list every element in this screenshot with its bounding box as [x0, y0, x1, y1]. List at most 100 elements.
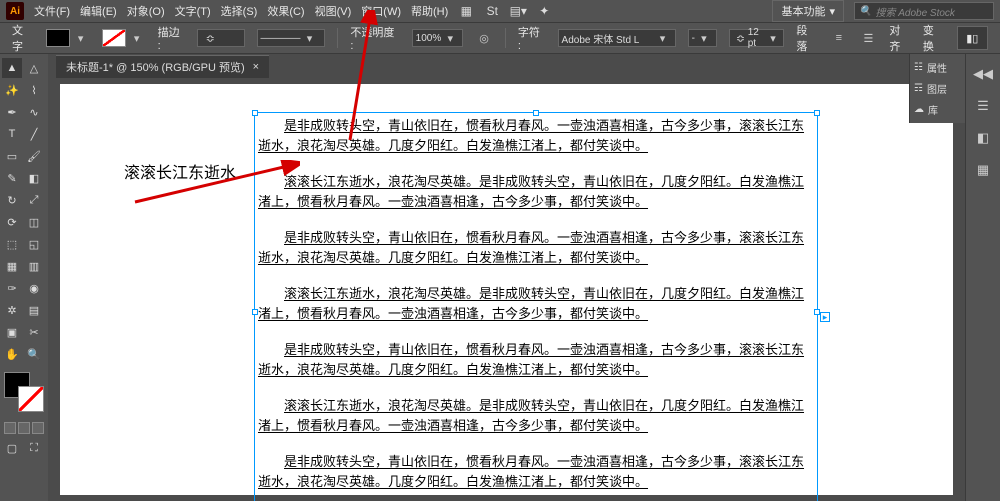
paintbrush-tool[interactable]: 🖌 [24, 146, 44, 166]
slice-tool[interactable]: ✂ [24, 322, 44, 342]
menu-object[interactable]: 对象(O) [127, 3, 165, 19]
stock-icon[interactable]: St [484, 3, 500, 19]
paragraph: 滚滚长江东逝水，浪花淘尽英雄。是非成败转头空，青山依旧在，几度夕阳红。白发渔樵江… [258, 396, 814, 436]
draw-normal-btn[interactable]: ▢ [2, 438, 22, 458]
gpu-icon[interactable]: ✦ [536, 3, 552, 19]
zoom-tool[interactable]: 🔍 [24, 344, 44, 364]
menu-help[interactable]: 帮助(H) [411, 3, 448, 19]
layers-icon: ☶ [914, 83, 923, 94]
list-icon[interactable]: ☰ [860, 29, 878, 47]
panel-libraries[interactable]: ☁库 [914, 102, 961, 117]
properties-icon: ☷ [914, 62, 923, 73]
screen-mode-btn[interactable]: ⛶ [24, 438, 44, 458]
text-outport[interactable]: ▸ [820, 312, 830, 322]
rectangle-tool[interactable]: ▭ [2, 146, 22, 166]
type-tool[interactable]: T [2, 124, 22, 144]
artboard-tool[interactable]: ▣ [2, 322, 22, 342]
paragraph: 是非成败转头空，青山依旧在，惯看秋月春风。一壶浊酒喜相逢，古今多少事，滚滚长江东… [258, 116, 814, 156]
paragraph: 是非成败转头空，青山依旧在，惯看秋月春风。一壶浊酒喜相逢，古今多少事，滚滚长江东… [258, 452, 814, 492]
panel-icon-color[interactable]: ◧ [973, 128, 993, 148]
chevron-down-icon: ▾ [695, 29, 713, 47]
stroke-color-swatch[interactable] [102, 29, 126, 47]
fill-stroke-indicator[interactable] [4, 372, 44, 412]
curvature-tool[interactable]: ∿ [24, 102, 44, 122]
panel-layers[interactable]: ☶图层 [914, 81, 961, 96]
close-tab-icon[interactable]: × [253, 61, 259, 73]
free-transform-tool[interactable]: ◫ [24, 212, 44, 232]
paragraph-link[interactable]: 段落 [796, 22, 818, 54]
gradient-tool[interactable]: ▥ [24, 256, 44, 276]
panel-properties[interactable]: ☷属性 [914, 60, 961, 75]
opacity-input[interactable]: 100% ▾ [412, 29, 464, 47]
rotate-tool[interactable]: ↻ [2, 190, 22, 210]
pen-tool[interactable]: ✒ [2, 102, 22, 122]
hand-tool[interactable]: ✋ [2, 344, 22, 364]
panel-collapse-icon[interactable]: ◀◀ [973, 64, 993, 84]
lasso-tool[interactable]: ⌇ [24, 80, 44, 100]
mesh-tool[interactable]: ▦ [2, 256, 22, 276]
menu-window[interactable]: 窗口(W) [361, 3, 401, 19]
dash-line-icon: ———— [261, 33, 301, 44]
chevron-down-icon: ▾ [654, 29, 672, 47]
fill-color-swatch[interactable] [46, 29, 70, 47]
canvas-area: 未标题-1* @ 150% (RGB/GPU 预览) × 滚滚长江东逝水 ▸ 是… [48, 54, 965, 501]
stroke-square[interactable] [18, 386, 44, 412]
color-mode-btn[interactable] [4, 422, 16, 434]
stepper-icon: ≎ [201, 29, 219, 47]
panel-icon-swatches[interactable]: ▦ [973, 160, 993, 180]
arrange-icon[interactable]: ▤▾ [510, 3, 526, 19]
resize-handle[interactable] [814, 110, 820, 116]
adobe-stock-search[interactable]: 🔍 搜索 Adobe Stock [854, 2, 994, 20]
resize-handle[interactable] [252, 309, 258, 315]
direct-selection-tool[interactable]: △ [24, 58, 44, 78]
menu-file[interactable]: 文件(F) [34, 3, 70, 19]
selection-tool[interactable]: ▲ [2, 58, 22, 78]
shape-builder-tool[interactable]: ⬚ [2, 234, 22, 254]
artboard[interactable]: 滚滚长江东逝水 ▸ 是非成败转头空，青山依旧在，惯看秋月春风。一壶浊酒喜相逢，古… [60, 84, 953, 495]
resize-handle[interactable] [533, 110, 539, 116]
menu-select[interactable]: 选择(S) [221, 3, 258, 19]
chevron-down-icon: ▾ [301, 29, 319, 47]
panel-icon-properties[interactable]: ☰ [973, 96, 993, 116]
scale-tool[interactable]: ⤢ [24, 190, 44, 210]
stroke-weight-label: 描边 : [158, 24, 186, 52]
eraser-tool[interactable]: ◧ [24, 168, 44, 188]
shaper-tool[interactable]: ✎ [2, 168, 22, 188]
chevron-down-icon[interactable]: ▾ [72, 29, 90, 47]
panel-toggle-button[interactable]: ▮▯ [957, 26, 988, 50]
symbol-sprayer-tool[interactable]: ✲ [2, 300, 22, 320]
align-left-icon[interactable]: ≡ [830, 29, 848, 47]
menu-edit[interactable]: 编辑(E) [80, 3, 117, 19]
font-family-input[interactable]: Adobe 宋体 Std L ▾ [558, 29, 676, 47]
workspace-switcher[interactable]: 基本功能 ▾ [772, 0, 844, 22]
recolor-icon[interactable]: ◎ [475, 29, 493, 47]
blend-tool[interactable]: ◉ [24, 278, 44, 298]
stroke-weight-input[interactable]: ≎ [197, 29, 244, 47]
paragraph: 是非成败转头空，青山依旧在，惯看秋月春风。一壶浊酒喜相逢，古今多少事，滚滚长江东… [258, 340, 814, 380]
document-tab[interactable]: 未标题-1* @ 150% (RGB/GPU 预览) × [56, 55, 269, 78]
menu-view[interactable]: 视图(V) [315, 3, 352, 19]
eyedropper-tool[interactable]: ✑ [2, 278, 22, 298]
font-size-input[interactable]: ≎ 12 pt ▾ [729, 29, 784, 47]
resize-handle[interactable] [252, 110, 258, 116]
width-tool[interactable]: ⟳ [2, 212, 22, 232]
perspective-tool[interactable]: ◱ [24, 234, 44, 254]
align-link[interactable]: 对齐 [889, 22, 911, 54]
bridge-icon[interactable]: ▦ [458, 3, 474, 19]
font-style-input[interactable]: - ▾ [688, 29, 718, 47]
stroke-profile-input[interactable]: ———— ▾ [257, 29, 326, 47]
toolbox: ▲△ ✨⌇ ✒∿ T╱ ▭🖌 ✎◧ ↻⤢ ⟳◫ ⬚◱ ▦▥ ✑◉ ✲▤ ▣✂ ✋… [0, 54, 48, 501]
menu-type[interactable]: 文字(T) [175, 3, 211, 19]
transform-link[interactable]: 变换 [923, 22, 945, 54]
divider [337, 28, 338, 48]
graph-tool[interactable]: ▤ [24, 300, 44, 320]
line-tool[interactable]: ╱ [24, 124, 44, 144]
gradient-mode-btn[interactable] [18, 422, 30, 434]
none-mode-btn[interactable] [32, 422, 44, 434]
text-frame[interactable]: ▸ 是非成败转头空，青山依旧在，惯看秋月春风。一壶浊酒喜相逢，古今多少事，滚滚长… [256, 114, 816, 501]
workspace: ▲△ ✨⌇ ✒∿ T╱ ▭🖌 ✎◧ ↻⤢ ⟳◫ ⬚◱ ▦▥ ✑◉ ✲▤ ▣✂ ✋… [0, 54, 1000, 501]
menu-effect[interactable]: 效果(C) [267, 3, 304, 19]
active-tool-label: 文字 [12, 22, 34, 54]
magic-wand-tool[interactable]: ✨ [2, 80, 22, 100]
chevron-down-icon[interactable]: ▾ [128, 29, 146, 47]
